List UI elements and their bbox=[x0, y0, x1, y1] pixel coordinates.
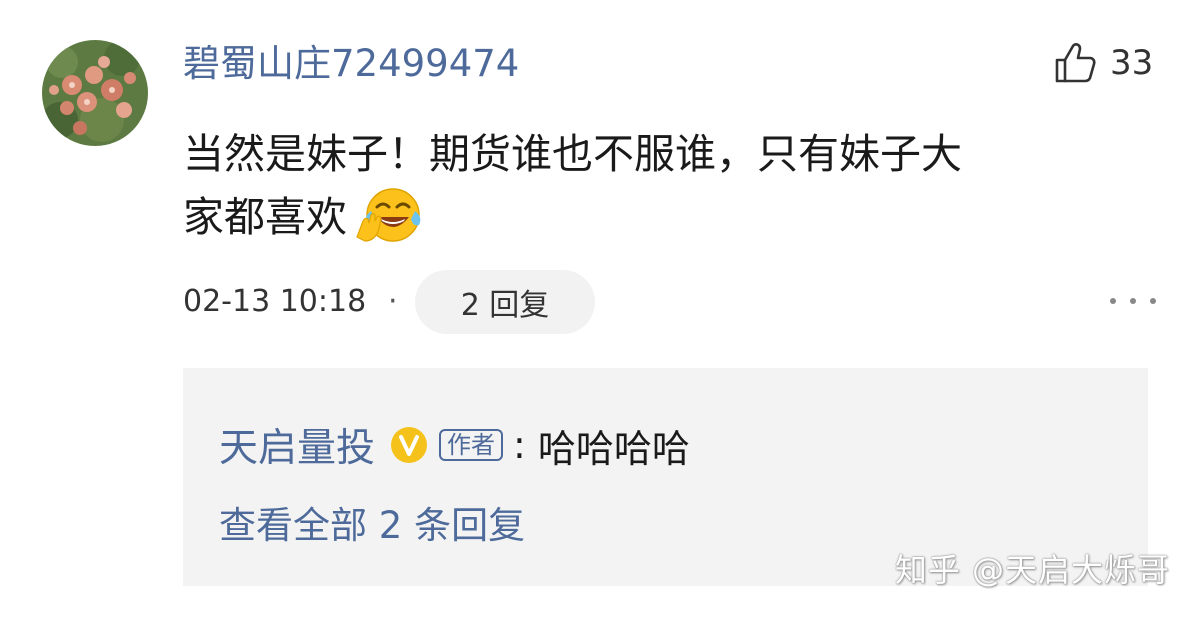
comment-username[interactable]: 碧蜀山庄72499474 bbox=[183, 40, 519, 88]
watermark: 知乎 @天启大烁哥 bbox=[894, 551, 1170, 589]
like-button[interactable]: 33 bbox=[1052, 38, 1153, 88]
flower-avatar-icon bbox=[42, 40, 148, 146]
thumbs-up-icon bbox=[1055, 43, 1096, 83]
author-tag: 作者 bbox=[439, 429, 504, 461]
meta-separator: · bbox=[388, 284, 398, 319]
comment-text-line-2-text: 家都喜欢 bbox=[183, 193, 347, 241]
comment-text-line-2: 家都喜欢 bbox=[183, 185, 1163, 248]
reply-author[interactable]: 天启量投 bbox=[219, 417, 375, 473]
like-count: 33 bbox=[1110, 43, 1154, 83]
more-dot bbox=[1110, 298, 1116, 304]
reply-count-button[interactable]: 2 回复 bbox=[415, 270, 595, 334]
comment-card: 碧蜀山庄72499474 33 当然是妹子！期货谁也不服谁，只有妹子大 家都喜欢… bbox=[0, 0, 1200, 620]
comment-timestamp: 02-13 10:18 bbox=[183, 284, 367, 319]
view-all-replies-link[interactable]: 查看全部 2 条回复 bbox=[219, 502, 525, 550]
laughing-tears-emoji-icon bbox=[356, 188, 421, 242]
more-dot bbox=[1150, 298, 1156, 304]
reply-content: 哈哈哈哈 bbox=[537, 426, 690, 471]
more-dot bbox=[1130, 298, 1136, 304]
reply-item: 天启量投 作者 : 哈哈哈哈 bbox=[219, 417, 690, 473]
verified-badge-icon bbox=[391, 427, 428, 463]
more-dots-icon[interactable] bbox=[1110, 288, 1156, 314]
reply-colon: : bbox=[513, 423, 526, 467]
avatar[interactable] bbox=[42, 40, 148, 146]
comment-text-line-1: 当然是妹子！期货谁也不服谁，只有妹子大 bbox=[183, 130, 962, 178]
comment-text: 当然是妹子！期货谁也不服谁，只有妹子大 家都喜欢 bbox=[183, 124, 1163, 248]
